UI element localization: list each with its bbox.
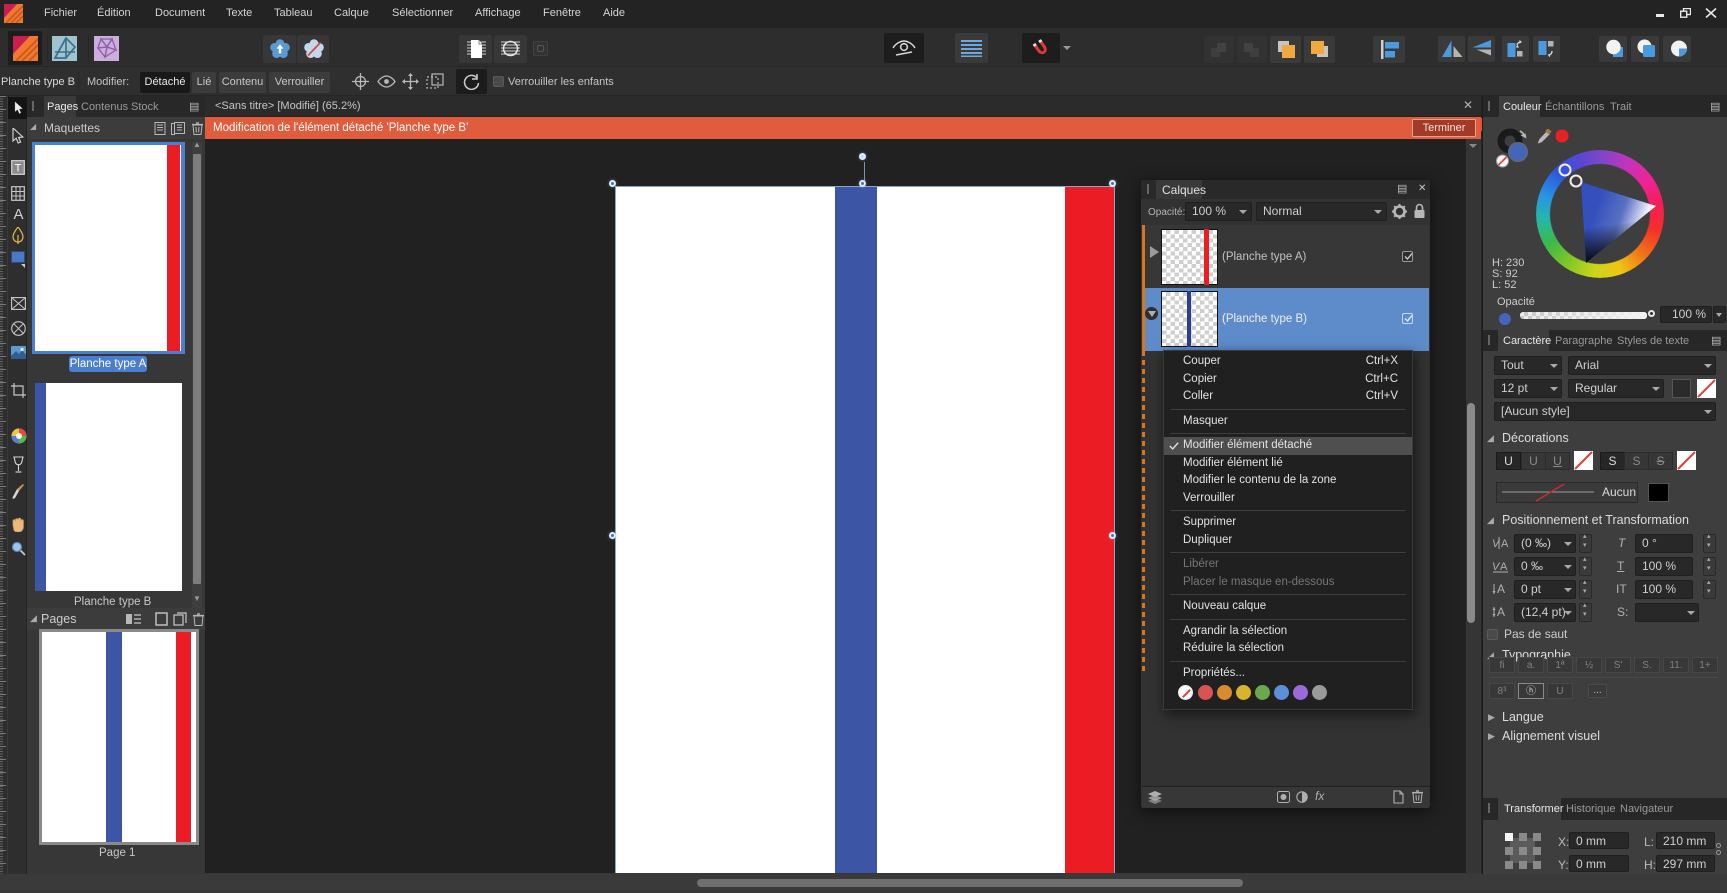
svg-text:A: A [1497,582,1505,596]
svg-text:A: A [1500,561,1508,573]
svg-text:T: T [15,163,22,175]
svg-text:V: V [1492,538,1501,550]
svg-text:A: A [1497,605,1505,619]
svg-text:A: A [1501,538,1509,550]
